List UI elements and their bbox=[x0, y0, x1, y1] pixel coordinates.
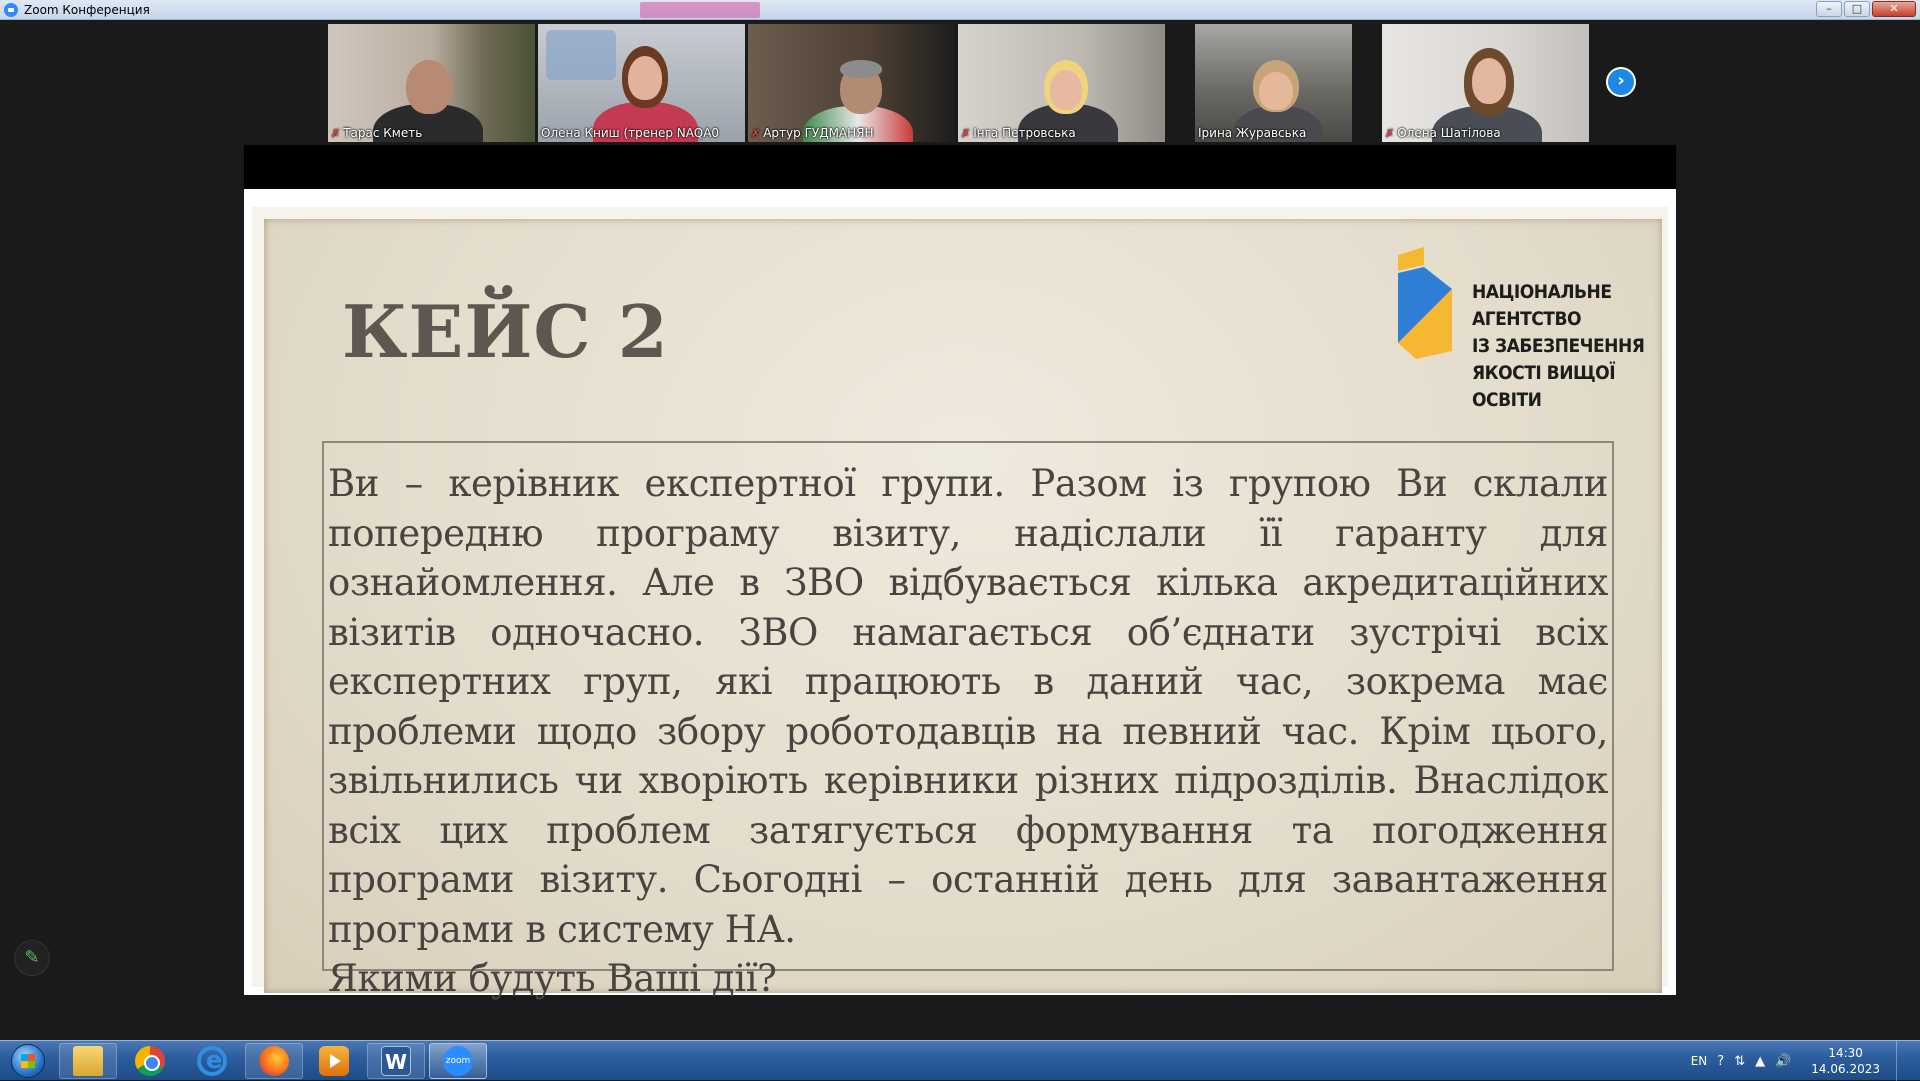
participant-name: Олена Книш (тренер NAQA0 bbox=[541, 126, 720, 140]
clock-time: 14:30 bbox=[1828, 1046, 1863, 1060]
firefox-icon bbox=[259, 1046, 289, 1076]
internet-explorer-button[interactable] bbox=[183, 1043, 241, 1079]
windows-taskbar: W zoom EN ? ⇅ ▲ 🔊 14:30 14.06.2023 bbox=[0, 1040, 1920, 1081]
close-button[interactable]: ✕ bbox=[1872, 1, 1916, 17]
muted-mic-icon: ✗ bbox=[751, 126, 761, 140]
word-button[interactable]: W bbox=[367, 1043, 425, 1079]
media-player-icon bbox=[319, 1046, 349, 1076]
media-player-button[interactable] bbox=[305, 1043, 363, 1079]
pencil-icon[interactable]: ✎ bbox=[14, 940, 50, 976]
explorer-button[interactable] bbox=[59, 1043, 117, 1079]
case-description: Ви – керівник експертної групи. Разом із… bbox=[328, 462, 1608, 951]
clock[interactable]: 14:30 14.06.2023 bbox=[1811, 1045, 1880, 1077]
participant-name: ✗ Інга Петровська bbox=[961, 126, 1076, 140]
internet-explorer-icon bbox=[197, 1046, 227, 1076]
chrome-button[interactable] bbox=[121, 1043, 179, 1079]
participant-tile[interactable]: ✗ Артур ГУДМАНЯН bbox=[748, 24, 955, 142]
participant-name: Ірина Журавська bbox=[1198, 126, 1307, 140]
muted-mic-icon: ✗ bbox=[331, 126, 341, 140]
window-titlebar: Zoom Конференция – □ ✕ bbox=[0, 0, 1920, 20]
map-backdrop bbox=[546, 30, 616, 80]
naqa-logo: НАЦІОНАЛЬНЕ АГЕНТСТВО ІЗ ЗАБЕЗПЕЧЕННЯ ЯК… bbox=[1394, 247, 1654, 411]
window-title: Zoom Конференция bbox=[24, 2, 150, 17]
system-tray: EN ? ⇅ ▲ 🔊 14:30 14.06.2023 bbox=[1691, 1041, 1920, 1081]
background-tab-highlight bbox=[640, 2, 760, 18]
presentation-slide: КЕЙС 2 НАЦІОНАЛЬНЕ АГЕНТСТВО ІЗ ЗАБЕЗПЕЧ… bbox=[244, 189, 1676, 1000]
participant-name: ✗ Олена Шатілова bbox=[1385, 126, 1501, 140]
minimize-button[interactable]: – bbox=[1816, 1, 1842, 17]
network-icon[interactable]: ⇅ bbox=[1734, 1054, 1745, 1069]
participant-tile[interactable]: ✗ Інга Петровська bbox=[958, 24, 1165, 142]
participant-name: ✗ Артур ГУДМАНЯН bbox=[751, 126, 874, 140]
participant-name: ✗ Тарас Кметь bbox=[331, 126, 423, 140]
case-text-box: Ви – керівник експертної групи. Разом із… bbox=[322, 441, 1614, 1000]
firefox-button[interactable] bbox=[245, 1043, 303, 1079]
show-desktop-button[interactable] bbox=[1896, 1041, 1906, 1081]
chrome-icon bbox=[135, 1046, 165, 1076]
zoom-taskbar-button[interactable]: zoom bbox=[429, 1043, 487, 1079]
video-gallery: ✗ Тарас Кметь Олена Книш (тренер NAQA0 ✗ А… bbox=[328, 24, 1589, 142]
case-question: Якими будуть Ваші дії? bbox=[328, 957, 777, 1000]
participant-tile[interactable]: ✗ Тарас Кметь bbox=[328, 24, 535, 142]
show-hidden-icons-icon[interactable]: ▲ bbox=[1755, 1054, 1765, 1069]
slide-title: КЕЙС 2 bbox=[342, 289, 669, 374]
slide-paper: КЕЙС 2 НАЦІОНАЛЬНЕ АГЕНТСТВО ІЗ ЗАБЕЗПЕЧ… bbox=[264, 219, 1662, 1000]
zoom-app-icon bbox=[4, 2, 18, 17]
participant-tile-active-speaker[interactable]: Олена Книш (тренер NAQA0 bbox=[538, 24, 745, 142]
muted-mic-icon: ✗ bbox=[1385, 126, 1395, 140]
clock-date: 14.06.2023 bbox=[1811, 1062, 1880, 1076]
maximize-button[interactable]: □ bbox=[1844, 1, 1870, 17]
folder-icon bbox=[73, 1046, 103, 1076]
participant-tile[interactable]: ✗ Олена Шатілова bbox=[1382, 24, 1589, 142]
word-icon: W bbox=[381, 1046, 411, 1076]
start-button[interactable] bbox=[2, 1042, 54, 1080]
naqa-logo-mark bbox=[1398, 247, 1452, 359]
chevron-right-icon[interactable]: › bbox=[1606, 67, 1636, 97]
muted-mic-icon: ✗ bbox=[961, 126, 971, 140]
windows-logo-icon bbox=[11, 1044, 45, 1078]
participant-tile[interactable]: Ірина Журавська bbox=[1195, 24, 1352, 142]
language-indicator[interactable]: EN bbox=[1691, 1054, 1708, 1068]
zoom-icon: zoom bbox=[443, 1046, 473, 1076]
help-icon[interactable]: ? bbox=[1717, 1054, 1724, 1069]
logo-text: НАЦІОНАЛЬНЕ АГЕНТСТВО ІЗ ЗАБЕЗПЕЧЕННЯ ЯК… bbox=[1472, 281, 1645, 411]
window-controls: – □ ✕ bbox=[1816, 1, 1916, 17]
volume-icon[interactable]: 🔊 bbox=[1775, 1054, 1791, 1069]
shared-screen: КЕЙС 2 НАЦІОНАЛЬНЕ АГЕНТСТВО ІЗ ЗАБЕЗПЕЧ… bbox=[244, 145, 1676, 1000]
